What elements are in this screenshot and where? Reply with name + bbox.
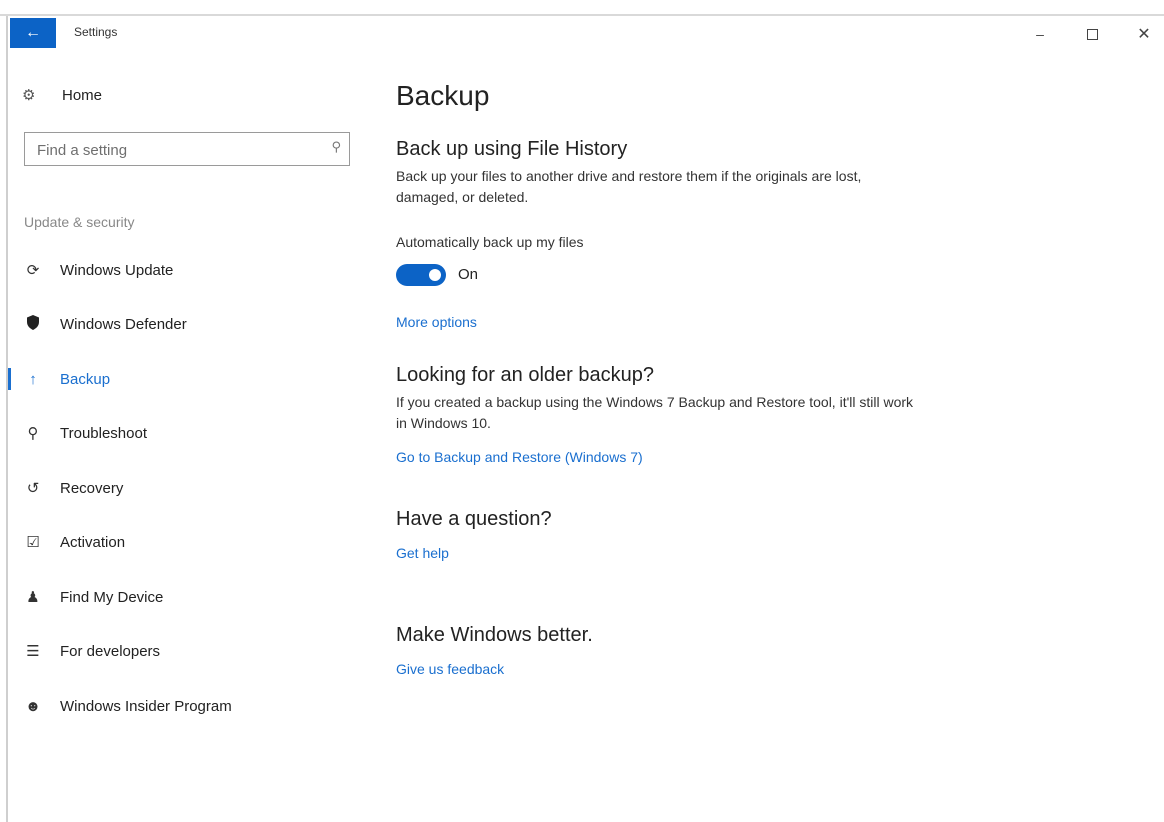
- sidebar-item-troubleshoot[interactable]: ⚲ Troubleshoot: [22, 418, 352, 448]
- question-heading: Have a question?: [396, 508, 552, 530]
- back-button[interactable]: ←: [10, 18, 56, 48]
- maximize-button[interactable]: [1072, 22, 1112, 46]
- person-pin-icon: ♟: [26, 589, 40, 606]
- active-indicator: [8, 368, 11, 390]
- sidebar-item-backup[interactable]: ↑ Backup: [22, 364, 352, 394]
- sidebar-item-label: Windows Update: [60, 261, 174, 279]
- insider-icon: ☻: [25, 697, 41, 715]
- sidebar-item-label: Windows Insider Program: [60, 697, 232, 715]
- shield-icon: [22, 314, 44, 334]
- sidebar-item-label: Windows Defender: [60, 315, 187, 333]
- toggle-knob: [429, 269, 441, 281]
- auto-backup-toggle[interactable]: [396, 264, 446, 286]
- title-bar: ← Settings – ✕: [8, 18, 1164, 50]
- developer-icon: ☰: [26, 643, 40, 660]
- sidebar-item-label: Activation: [60, 533, 126, 551]
- maximize-icon: [1086, 28, 1098, 40]
- home-nav-item[interactable]: ⚙ Home: [22, 86, 103, 105]
- history-icon: ↺: [26, 480, 40, 497]
- sidebar-item-for-developers[interactable]: ☰ For developers: [22, 636, 352, 666]
- refresh-icon: ⟳: [26, 262, 40, 279]
- sidebar-item-find-my-device[interactable]: ♟ Find My Device: [22, 582, 352, 612]
- feedback-heading: Make Windows better.: [396, 624, 593, 646]
- sidebar-item-label: Backup: [60, 370, 111, 388]
- sidebar: ⚙ Home ⚲ Update & security ⟳ Windows Upd…: [8, 50, 358, 820]
- get-help-link[interactable]: Get help: [396, 545, 449, 561]
- home-label: Home: [62, 86, 103, 104]
- older-backup-description: If you created a backup using the Window…: [396, 394, 914, 431]
- sidebar-item-recovery[interactable]: ↺ Recovery: [22, 473, 352, 503]
- up-arrow-icon: ↑: [29, 370, 37, 388]
- settings-window: ← Settings – ✕ ⚙ Home ⚲ Update & securit…: [0, 0, 1164, 822]
- toggle-state-label: On: [458, 266, 479, 283]
- arrow-left-icon: ←: [25, 24, 41, 41]
- check-circle-icon: ☑: [26, 534, 40, 551]
- gear-icon: ⚙: [22, 87, 36, 104]
- file-history-description: Back up your files to another drive and …: [396, 168, 862, 205]
- window-top-border: [0, 14, 1164, 16]
- more-options-link[interactable]: More options: [396, 314, 477, 330]
- section-label: Update & security: [24, 214, 135, 230]
- search-input[interactable]: [35, 139, 319, 161]
- sidebar-item-label: For developers: [60, 642, 161, 660]
- search-icon[interactable]: ⚲: [331, 139, 341, 155]
- older-backup-heading: Looking for an older backup?: [396, 364, 654, 386]
- sidebar-item-activation[interactable]: ☑ Activation: [22, 527, 352, 557]
- wrench-icon: ⚲: [27, 425, 39, 442]
- minimize-button[interactable]: –: [1020, 22, 1060, 46]
- sidebar-item-windows-insider-program[interactable]: ☻ Windows Insider Program: [22, 691, 352, 721]
- sidebar-item-windows-update[interactable]: ⟳ Windows Update: [22, 255, 352, 285]
- close-button[interactable]: ✕: [1124, 22, 1164, 46]
- window-title: Settings: [74, 25, 118, 39]
- sidebar-item-label: Find My Device: [60, 588, 164, 606]
- page-title: Backup: [396, 80, 490, 111]
- file-history-heading: Back up using File History: [396, 138, 628, 160]
- give-feedback-link[interactable]: Give us feedback: [396, 661, 504, 677]
- backup-restore-link[interactable]: Go to Backup and Restore (Windows 7): [396, 449, 643, 465]
- sidebar-item-windows-defender[interactable]: Windows Defender: [22, 309, 352, 339]
- auto-backup-label: Automatically back up my files: [396, 234, 584, 250]
- sidebar-item-label: Troubleshoot: [60, 424, 147, 442]
- search-box: ⚲: [24, 132, 350, 166]
- sidebar-item-label: Recovery: [60, 479, 124, 497]
